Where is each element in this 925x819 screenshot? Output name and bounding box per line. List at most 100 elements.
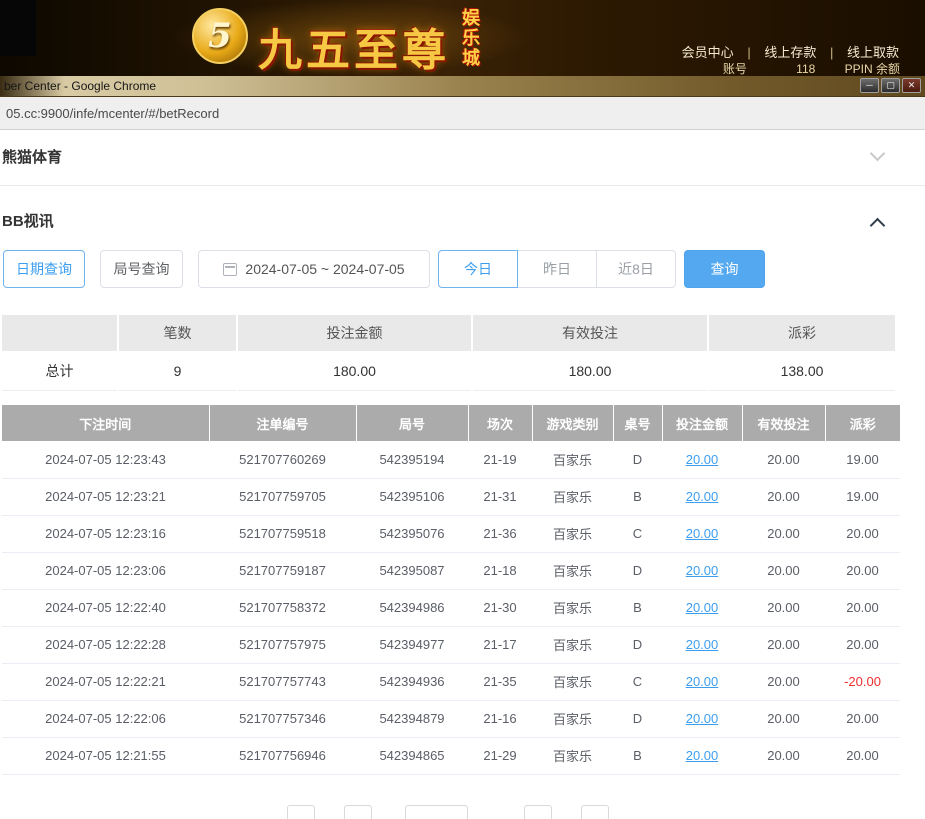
- cell-time: 2024-07-05 12:22:28: [2, 626, 209, 663]
- bet-amount-link[interactable]: 20.00: [686, 452, 719, 467]
- table-row: 2024-07-05 12:22:40521707758372542394986…: [2, 589, 900, 626]
- logo-glyph: 5: [208, 16, 232, 56]
- cell-table-no: C: [613, 515, 662, 552]
- summary-header-bet: 投注金额: [237, 315, 472, 352]
- nav-online-withdraw[interactable]: 线上取款: [847, 45, 899, 60]
- calendar-icon: [223, 263, 237, 276]
- cell-session: 21-29: [468, 737, 532, 774]
- window-controls: ─ ▢ ✕: [860, 78, 921, 93]
- bet-amount-link[interactable]: 20.00: [686, 637, 719, 652]
- cell-payout: 20.00: [825, 700, 900, 737]
- nav-separator: |: [830, 45, 833, 60]
- quick-today-button[interactable]: 今日: [438, 250, 518, 288]
- cell-game-type: 百家乐: [532, 737, 613, 774]
- cell-bet-amount: 20.00: [662, 700, 742, 737]
- casino-banner: 5 九五至尊 娱乐城 会员中心 | 线上存款 | 线上取款 账号 118 PPI…: [0, 0, 925, 76]
- cell-table-no: B: [613, 737, 662, 774]
- window-titlebar[interactable]: ber Center - Google Chrome ─ ▢ ✕: [0, 76, 925, 97]
- account-label: 账号: [723, 62, 747, 76]
- cell-session: 21-31: [468, 478, 532, 515]
- cell-session: 21-17: [468, 626, 532, 663]
- cell-game-type: 百家乐: [532, 478, 613, 515]
- cell-bet-amount: 20.00: [662, 737, 742, 774]
- table-row: 2024-07-05 12:22:28521707757975542394977…: [2, 626, 900, 663]
- cell-bet-amount: 20.00: [662, 626, 742, 663]
- cell-round-no: 542395106: [356, 478, 468, 515]
- round-query-button[interactable]: 局号查询: [100, 250, 183, 288]
- account-number-fragment: 118: [796, 62, 815, 76]
- bet-amount-link[interactable]: 20.00: [686, 526, 719, 541]
- minimize-button[interactable]: ─: [860, 78, 879, 93]
- summary-header-payout: 派彩: [708, 315, 895, 352]
- cell-order-no: 521707759518: [209, 515, 356, 552]
- pagination-prev-button[interactable]: [287, 805, 315, 819]
- cell-table-no: D: [613, 552, 662, 589]
- window-title: ber Center - Google Chrome: [4, 79, 156, 93]
- column-header: 有效投注: [742, 405, 825, 441]
- nav-separator: |: [747, 45, 750, 60]
- cell-time: 2024-07-05 12:22:40: [2, 589, 209, 626]
- cell-round-no: 542395087: [356, 552, 468, 589]
- cell-order-no: 521707757975: [209, 626, 356, 663]
- cell-valid-bet: 20.00: [742, 478, 825, 515]
- column-header: 注单编号: [209, 405, 356, 441]
- summary-count-value: 9: [118, 352, 237, 390]
- cell-time: 2024-07-05 12:23:43: [2, 441, 209, 478]
- pagination-size-select[interactable]: [405, 805, 468, 819]
- cell-game-type: 百家乐: [532, 626, 613, 663]
- cell-valid-bet: 20.00: [742, 515, 825, 552]
- address-bar[interactable]: 05.cc:9900/infe/mcenter/#/betRecord: [0, 97, 925, 130]
- close-button[interactable]: ✕: [902, 78, 921, 93]
- pagination-page-button[interactable]: [344, 805, 372, 819]
- cell-session: 21-16: [468, 700, 532, 737]
- bet-table-body: 2024-07-05 12:23:43521707760269542395194…: [2, 441, 900, 774]
- search-button[interactable]: 查询: [684, 250, 765, 288]
- cell-table-no: D: [613, 700, 662, 737]
- top-nav: 会员中心 | 线上存款 | 线上取款: [678, 42, 903, 61]
- cell-payout: 20.00: [825, 552, 900, 589]
- page-content: 熊猫体育 BB视讯 日期查询 局号查询 2024-07-05 ~ 2024-07…: [0, 130, 925, 819]
- date-query-button[interactable]: 日期查询: [3, 250, 85, 288]
- column-header: 下注时间: [2, 405, 209, 441]
- bet-amount-link[interactable]: 20.00: [686, 600, 719, 615]
- summary-total-label: 总计: [2, 352, 118, 390]
- summary-header-count: 笔数: [118, 315, 237, 352]
- maximize-button[interactable]: ▢: [881, 78, 900, 93]
- bet-amount-link[interactable]: 20.00: [686, 563, 719, 578]
- section-bb-video[interactable]: BB视讯: [2, 210, 54, 231]
- cell-game-type: 百家乐: [532, 441, 613, 478]
- cell-order-no: 521707758372: [209, 589, 356, 626]
- cell-game-type: 百家乐: [532, 589, 613, 626]
- cell-order-no: 521707759705: [209, 478, 356, 515]
- cell-valid-bet: 20.00: [742, 626, 825, 663]
- table-row: 2024-07-05 12:23:43521707760269542395194…: [2, 441, 900, 478]
- pagination-next-button[interactable]: [524, 805, 552, 819]
- date-range-value: 2024-07-05 ~ 2024-07-05: [245, 261, 404, 277]
- cell-time: 2024-07-05 12:22:06: [2, 700, 209, 737]
- cell-order-no: 521707760269: [209, 441, 356, 478]
- quick-8days-button[interactable]: 近8日: [596, 250, 676, 288]
- cell-game-type: 百家乐: [532, 515, 613, 552]
- casino-logo-icon: 5: [192, 8, 248, 64]
- cell-time: 2024-07-05 12:22:21: [2, 663, 209, 700]
- nav-member-center[interactable]: 会员中心: [682, 45, 734, 60]
- bet-amount-link[interactable]: 20.00: [686, 674, 719, 689]
- bet-amount-link[interactable]: 20.00: [686, 711, 719, 726]
- cell-bet-amount: 20.00: [662, 441, 742, 478]
- table-row: 2024-07-05 12:22:06521707757346542394879…: [2, 700, 900, 737]
- nav-online-deposit[interactable]: 线上存款: [764, 45, 816, 60]
- cell-game-type: 百家乐: [532, 663, 613, 700]
- bet-amount-link[interactable]: 20.00: [686, 489, 719, 504]
- column-header: 局号: [356, 405, 468, 441]
- pagination-jump-input[interactable]: [581, 805, 609, 819]
- table-row: 2024-07-05 12:21:55521707756946542394865…: [2, 737, 900, 774]
- section-panda-sports[interactable]: 熊猫体育: [2, 146, 62, 167]
- quick-range-group: 今日 昨日 近8日: [438, 250, 676, 288]
- bet-record-table: 下注时间注单编号局号场次游戏类别桌号投注金额有效投注派彩 2024-07-05 …: [2, 405, 900, 775]
- chevron-up-icon[interactable]: [870, 218, 886, 234]
- summary-header-row: 笔数 投注金额 有效投注 派彩: [2, 315, 895, 352]
- date-range-picker[interactable]: 2024-07-05 ~ 2024-07-05: [198, 250, 430, 288]
- bet-amount-link[interactable]: 20.00: [686, 748, 719, 763]
- quick-yesterday-button[interactable]: 昨日: [517, 250, 597, 288]
- chevron-down-icon[interactable]: [870, 146, 886, 162]
